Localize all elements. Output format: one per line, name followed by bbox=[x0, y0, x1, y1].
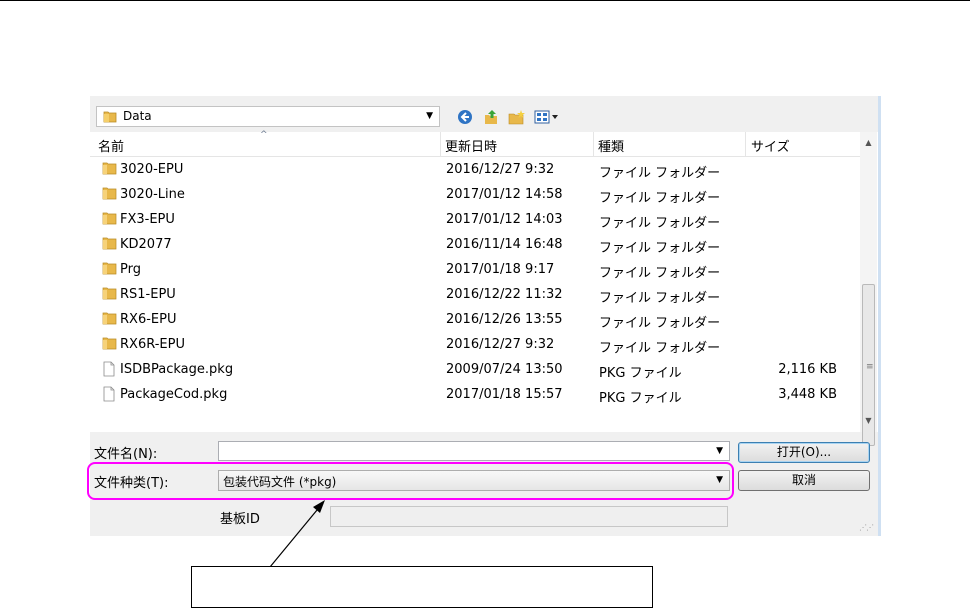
filename-field[interactable]: ▼ bbox=[218, 441, 730, 461]
file-date: 2016/12/27 9:32 bbox=[446, 162, 555, 177]
file-date: 2016/12/26 13:55 bbox=[446, 312, 563, 327]
board-id-label: 基板ID bbox=[220, 512, 260, 527]
folder-icon bbox=[103, 110, 117, 127]
file-date: 2017/01/18 15:57 bbox=[446, 387, 563, 402]
list-header: ^ 名前 更新日時 種類 サイズ bbox=[90, 130, 860, 157]
file-date: 2009/07/24 13:50 bbox=[446, 362, 563, 377]
file-name: RS1-EPU bbox=[120, 287, 176, 302]
list-item[interactable]: ISDBPackage.pkg 2009/07/24 13:50 PKG ファイ… bbox=[90, 357, 860, 382]
file-name: ISDBPackage.pkg bbox=[120, 362, 234, 377]
file-rows: 3020-EPU 2016/12/27 9:32 ファイル フォルダー 3020… bbox=[90, 157, 860, 407]
vertical-scrollbar[interactable]: ▲ ≡ ▼ bbox=[860, 132, 877, 446]
file-type: PKG ファイル bbox=[599, 366, 682, 381]
list-item[interactable]: RX6-EPU 2016/12/26 13:55 ファイル フォルダー bbox=[90, 307, 860, 332]
up-folder-icon[interactable] bbox=[481, 107, 501, 127]
file-date: 2017/01/12 14:03 bbox=[446, 212, 563, 227]
column-header-name[interactable]: 名前 bbox=[98, 136, 124, 155]
folder-icon bbox=[102, 211, 117, 229]
file-icon bbox=[102, 386, 116, 406]
filename-label: 文件名(N): bbox=[94, 447, 158, 462]
board-id-field[interactable] bbox=[330, 506, 728, 527]
file-date: 2017/01/18 9:17 bbox=[446, 262, 555, 277]
list-item[interactable]: RX6R-EPU 2016/12/27 9:32 ファイル フォルダー bbox=[90, 332, 860, 357]
cancel-button[interactable]: 取消 bbox=[738, 470, 870, 491]
file-type: ファイル フォルダー bbox=[599, 216, 721, 231]
resize-grip-icon[interactable]: ⋰⋰ bbox=[859, 523, 874, 532]
back-icon[interactable] bbox=[455, 107, 475, 127]
folder-icon bbox=[102, 286, 117, 304]
column-header-type[interactable]: 種類 bbox=[598, 136, 624, 155]
file-type: ファイル フォルダー bbox=[599, 166, 721, 181]
chevron-down-icon[interactable]: ▼ bbox=[716, 446, 723, 456]
path-text: Data bbox=[123, 109, 152, 123]
file-type: ファイル フォルダー bbox=[599, 291, 721, 306]
file-date: 2016/11/14 16:48 bbox=[446, 237, 563, 252]
toolbar bbox=[455, 106, 561, 128]
file-name: PackageCod.pkg bbox=[120, 387, 228, 402]
grip-icon: ≡ bbox=[866, 362, 874, 372]
file-type: ファイル フォルダー bbox=[599, 241, 721, 256]
file-size: 2,116 KB bbox=[778, 362, 837, 377]
folder-icon bbox=[102, 311, 117, 329]
column-header-size[interactable]: サイズ bbox=[751, 136, 790, 155]
new-folder-icon[interactable] bbox=[507, 107, 527, 127]
folder-icon bbox=[102, 236, 117, 254]
file-type: ファイル フォルダー bbox=[599, 341, 721, 356]
callout-box bbox=[191, 566, 653, 608]
file-icon bbox=[102, 361, 116, 381]
file-size: 3,448 KB bbox=[778, 387, 837, 402]
file-name: RX6-EPU bbox=[120, 312, 177, 327]
file-date: 2016/12/27 9:32 bbox=[446, 337, 555, 352]
file-type: PKG ファイル bbox=[599, 391, 682, 406]
list-item[interactable]: 3020-Line 2017/01/12 14:58 ファイル フォルダー bbox=[90, 182, 860, 207]
filetype-highlight bbox=[87, 462, 734, 500]
file-type: ファイル フォルダー bbox=[599, 191, 721, 206]
list-item[interactable]: RS1-EPU 2016/12/22 11:32 ファイル フォルダー bbox=[90, 282, 860, 307]
file-name: KD2077 bbox=[120, 237, 172, 252]
view-menu-icon[interactable] bbox=[533, 107, 561, 127]
sort-ascending-icon: ^ bbox=[260, 130, 268, 140]
file-name: RX6R-EPU bbox=[120, 337, 185, 352]
file-name: Prg bbox=[120, 262, 141, 277]
page-top-rule bbox=[0, 0, 970, 1]
folder-icon bbox=[102, 186, 117, 204]
column-header-date[interactable]: 更新日時 bbox=[445, 136, 497, 155]
list-item[interactable]: 3020-EPU 2016/12/27 9:32 ファイル フォルダー bbox=[90, 157, 860, 182]
path-combo[interactable]: Data ▼ bbox=[96, 106, 440, 127]
dialog-border bbox=[878, 96, 881, 536]
folder-icon bbox=[102, 336, 117, 354]
file-name: 3020-Line bbox=[120, 187, 185, 202]
list-item[interactable]: KD2077 2016/11/14 16:48 ファイル フォルダー bbox=[90, 232, 860, 257]
file-type: ファイル フォルダー bbox=[599, 316, 721, 331]
column-separator[interactable] bbox=[440, 132, 441, 156]
scroll-up-icon[interactable]: ▲ bbox=[860, 134, 877, 151]
file-date: 2016/12/22 11:32 bbox=[446, 287, 563, 302]
folder-icon bbox=[102, 161, 117, 179]
chevron-down-icon[interactable]: ▼ bbox=[426, 111, 433, 121]
scroll-down-icon[interactable]: ▼ bbox=[860, 412, 877, 429]
list-item[interactable]: FX3-EPU 2017/01/12 14:03 ファイル フォルダー bbox=[90, 207, 860, 232]
file-name: 3020-EPU bbox=[120, 162, 184, 177]
file-list: ^ 名前 更新日時 種類 サイズ 3020-EPU 2016/12/27 9:3… bbox=[90, 130, 878, 446]
column-separator[interactable] bbox=[745, 132, 746, 156]
file-date: 2017/01/12 14:58 bbox=[446, 187, 563, 202]
folder-icon bbox=[102, 261, 117, 279]
file-type: ファイル フォルダー bbox=[599, 266, 721, 281]
list-item[interactable]: Prg 2017/01/18 9:17 ファイル フォルダー bbox=[90, 257, 860, 282]
column-separator[interactable] bbox=[593, 132, 594, 156]
list-item[interactable]: PackageCod.pkg 2017/01/18 15:57 PKG ファイル… bbox=[90, 382, 860, 407]
file-name: FX3-EPU bbox=[120, 212, 175, 227]
open-button[interactable]: 打开(O)... bbox=[738, 442, 870, 463]
